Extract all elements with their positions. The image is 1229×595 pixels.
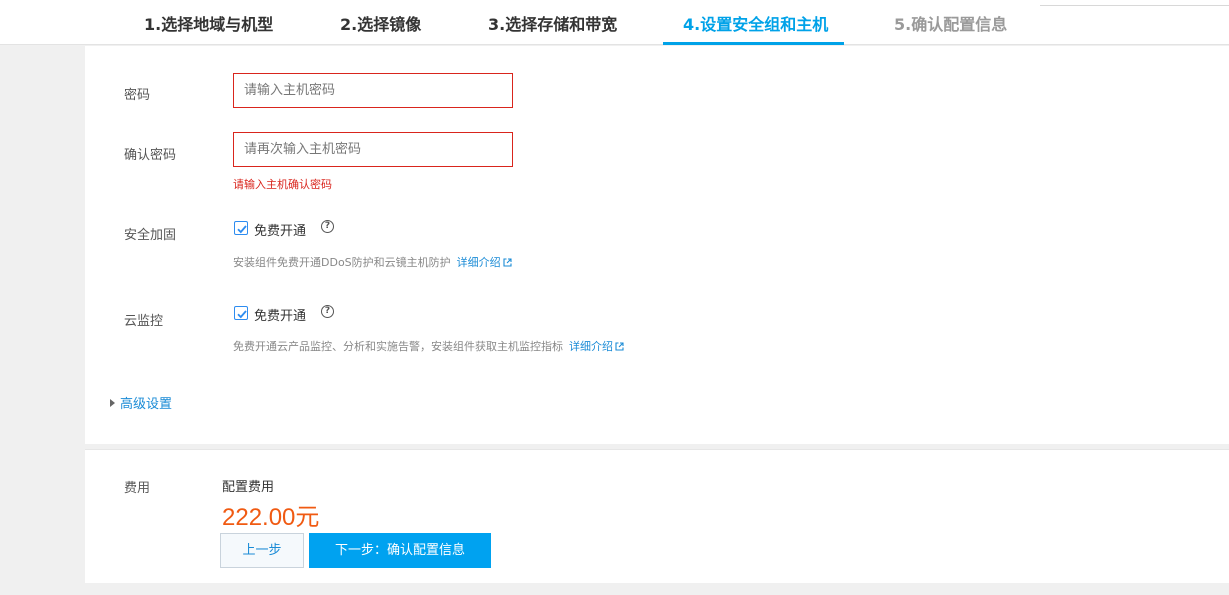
security-detail-link-label: 详细介绍 bbox=[456, 256, 501, 269]
confirm-password-input[interactable] bbox=[233, 132, 513, 167]
checkmark-icon bbox=[237, 310, 247, 319]
next-step-button[interactable]: 下一步：确认配置信息 bbox=[309, 533, 491, 568]
config-cost-amount: 222.00元 bbox=[222, 504, 320, 531]
prev-step-button[interactable]: 上一步 bbox=[220, 533, 304, 568]
monitor-help-icon[interactable]: ? bbox=[321, 305, 334, 318]
config-cost-label: 配置费用 bbox=[222, 480, 275, 495]
step-header: 1.选择地域与机型 2.选择镜像 3.选择存储和带宽 4.设置安全组和主机 5.… bbox=[0, 0, 1229, 45]
monitor-checkbox-label[interactable]: 免费开通 bbox=[254, 305, 306, 324]
external-link-icon bbox=[503, 258, 512, 267]
password-label: 密码 bbox=[124, 88, 151, 103]
monitor-checkbox[interactable] bbox=[234, 306, 248, 320]
step-3-storage[interactable]: 3.选择存储和带宽 bbox=[488, 11, 617, 45]
monitor-label: 云监控 bbox=[124, 314, 164, 329]
caret-right-icon bbox=[110, 399, 115, 407]
monitor-desc-text: 免费开通云产品监控、分析和实施告警，安装组件获取主机监控指标 bbox=[233, 340, 563, 353]
advanced-settings-label: 高级设置 bbox=[120, 397, 173, 412]
security-desc-text: 安装组件免费开通DDoS防护和云镜主机防护 bbox=[233, 256, 451, 269]
password-input[interactable] bbox=[233, 73, 513, 108]
confirm-password-error: 请输入主机确认密码 bbox=[233, 178, 332, 191]
step-1-region[interactable]: 1.选择地域与机型 bbox=[144, 11, 273, 45]
header-divider bbox=[1040, 5, 1229, 6]
step-4-security[interactable]: 4.设置安全组和主机 bbox=[683, 11, 828, 45]
checkmark-icon bbox=[237, 225, 247, 234]
monitor-detail-link[interactable]: 详细介绍 bbox=[569, 340, 624, 353]
security-detail-link[interactable]: 详细介绍 bbox=[457, 256, 512, 269]
cost-label: 费用 bbox=[124, 481, 151, 496]
active-step-indicator bbox=[663, 42, 844, 45]
step-2-image[interactable]: 2.选择镜像 bbox=[340, 11, 421, 45]
security-checkbox-label[interactable]: 免费开通 bbox=[254, 220, 306, 239]
security-description: 安装组件免费开通DDoS防护和云镜主机防护 详细介绍 bbox=[233, 254, 512, 270]
security-help-icon[interactable]: ? bbox=[321, 220, 334, 233]
monitor-detail-link-label: 详细介绍 bbox=[569, 340, 613, 353]
monitor-description: 免费开通云产品监控、分析和实施告警，安装组件获取主机监控指标 详细介绍 bbox=[233, 338, 624, 354]
advanced-settings-toggle[interactable]: 高级设置 bbox=[110, 393, 172, 412]
external-link-icon bbox=[615, 342, 624, 351]
confirm-password-label: 确认密码 bbox=[124, 148, 177, 163]
security-checkbox[interactable] bbox=[234, 221, 248, 235]
security-label: 安全加固 bbox=[124, 228, 177, 243]
step-5-confirm: 5.确认配置信息 bbox=[894, 15, 1008, 34]
